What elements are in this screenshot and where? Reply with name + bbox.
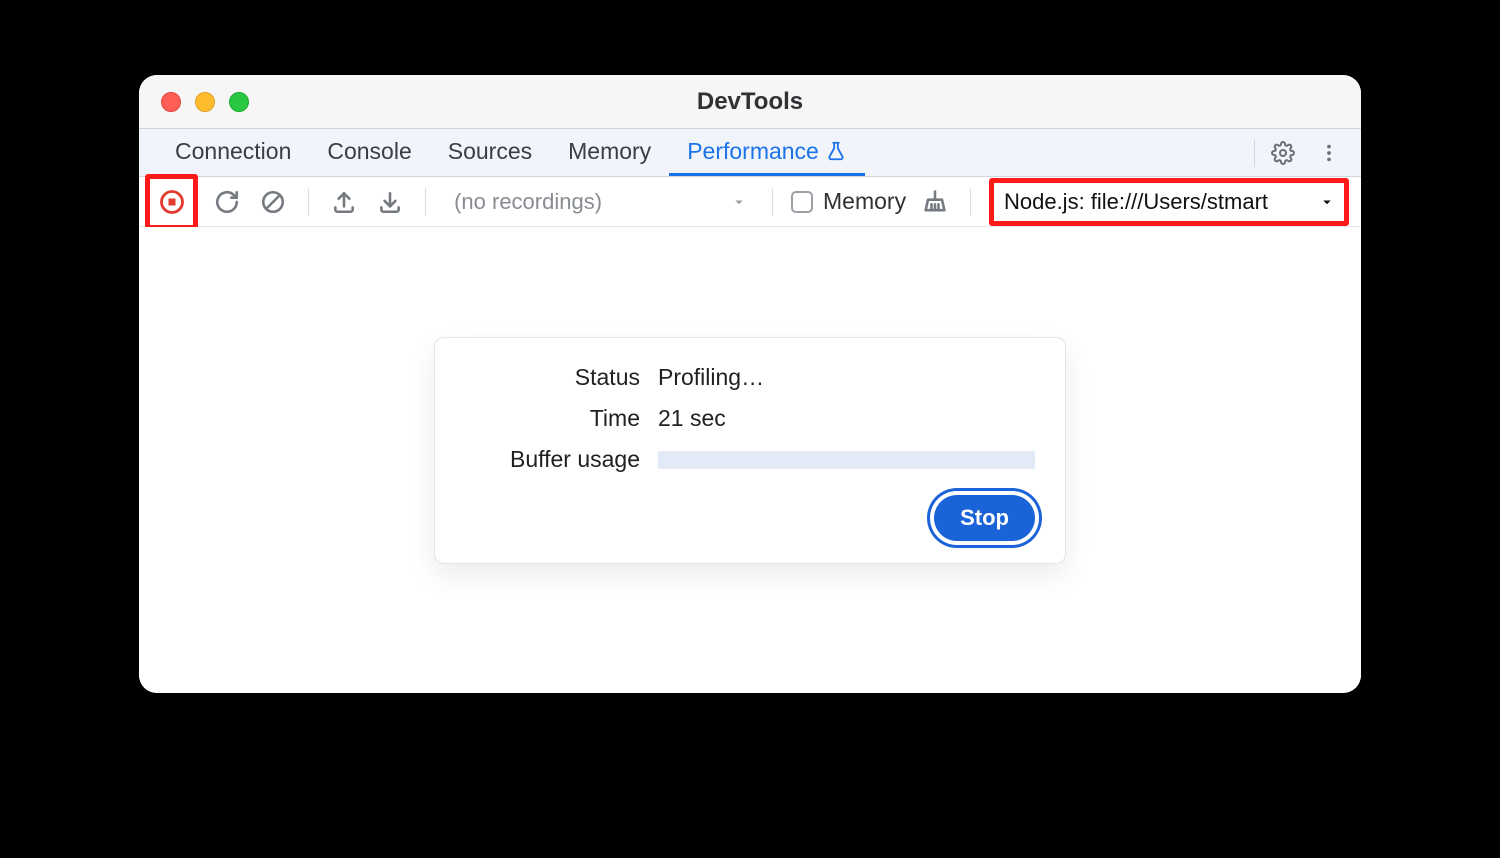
status-label: Status — [465, 364, 640, 391]
reload-record-button[interactable] — [210, 184, 244, 220]
divider — [970, 188, 971, 216]
target-selector[interactable]: Node.js: file:///Users/stmart — [989, 178, 1349, 226]
more-button[interactable] — [1311, 135, 1347, 171]
recording-dialog: Status Profiling… Time 21 sec Buffer usa… — [434, 337, 1066, 564]
memory-label: Memory — [823, 188, 906, 215]
settings-button[interactable] — [1265, 135, 1301, 171]
recordings-placeholder: (no recordings) — [454, 189, 602, 215]
time-label: Time — [465, 405, 640, 432]
buffer-label: Buffer usage — [465, 446, 640, 473]
divider — [772, 188, 773, 216]
reload-icon — [214, 189, 240, 215]
download-profile-button[interactable] — [373, 184, 407, 220]
tab-connection[interactable]: Connection — [157, 129, 309, 176]
devtools-window: DevTools Connection Console Sources Memo… — [139, 75, 1361, 693]
titlebar: DevTools — [139, 75, 1361, 129]
divider — [425, 188, 426, 216]
recordings-select[interactable]: (no recordings) — [444, 189, 754, 215]
highlight-record — [145, 174, 198, 230]
divider — [1254, 139, 1255, 167]
window-title: DevTools — [139, 88, 1361, 116]
flask-icon — [825, 140, 847, 162]
upload-profile-button[interactable] — [327, 184, 361, 220]
divider — [308, 188, 309, 216]
buffer-usage-bar — [658, 451, 1035, 469]
tab-label: Memory — [568, 138, 651, 165]
tab-label: Console — [327, 138, 411, 165]
tab-console[interactable]: Console — [309, 129, 429, 176]
performance-panel: Status Profiling… Time 21 sec Buffer usa… — [139, 227, 1361, 693]
clear-button[interactable] — [256, 184, 290, 220]
broom-icon — [921, 188, 949, 216]
time-value: 21 sec — [658, 405, 1035, 432]
tabstrip: Connection Console Sources Memory Perfor… — [139, 129, 1361, 177]
record-stop-icon — [158, 188, 186, 216]
tab-sources[interactable]: Sources — [430, 129, 550, 176]
tab-memory[interactable]: Memory — [550, 129, 669, 176]
tab-performance[interactable]: Performance — [669, 129, 865, 176]
tab-label: Sources — [448, 138, 532, 165]
upload-icon — [331, 189, 357, 215]
record-button[interactable] — [154, 184, 190, 220]
tabstrip-right — [1254, 129, 1353, 176]
checkbox[interactable] — [791, 191, 813, 213]
gear-icon — [1271, 141, 1295, 165]
collect-garbage-button[interactable] — [918, 184, 952, 220]
caret-down-icon — [1318, 193, 1336, 211]
clear-icon — [260, 189, 286, 215]
memory-toggle[interactable]: Memory — [791, 188, 906, 215]
performance-toolbar: (no recordings) Memory Node.js: file:///… — [139, 177, 1361, 227]
chevron-down-icon — [730, 193, 748, 211]
stop-button[interactable]: Stop — [934, 495, 1035, 541]
tab-label: Connection — [175, 138, 291, 165]
target-label: Node.js: file:///Users/stmart — [1004, 189, 1268, 215]
tab-label: Performance — [687, 138, 819, 165]
status-value: Profiling… — [658, 364, 1035, 391]
download-icon — [377, 189, 403, 215]
stop-label: Stop — [960, 505, 1009, 530]
more-vertical-icon — [1318, 142, 1340, 164]
